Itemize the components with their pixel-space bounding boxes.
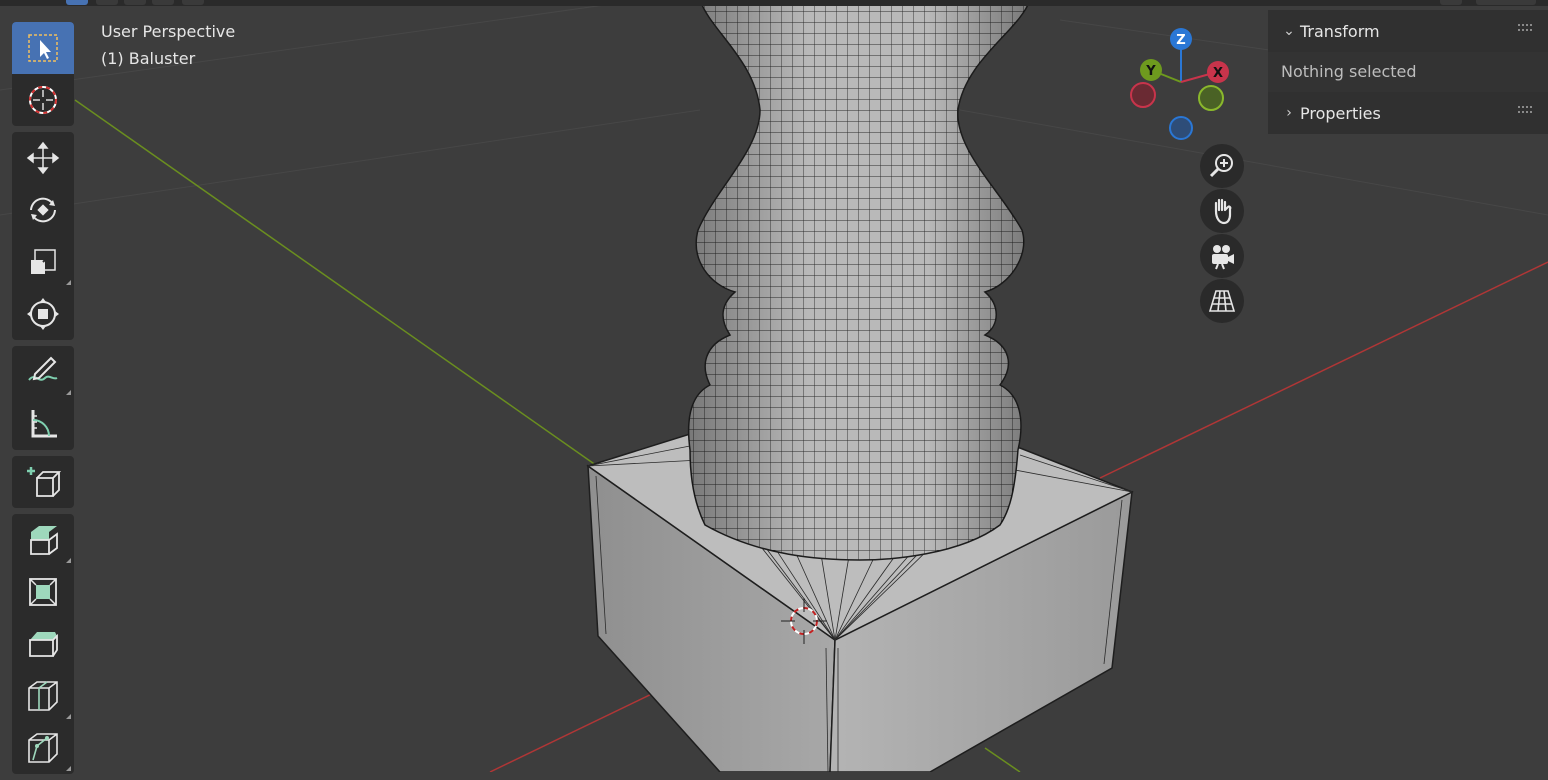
projection-toggle-button[interactable] [1200,279,1244,323]
transform-tool[interactable] [12,288,74,340]
mode-icon-5[interactable] [182,0,204,5]
inset-faces-tool[interactable] [12,566,74,618]
mode-icon-4[interactable] [152,0,174,5]
tool-group-mesh-edit [12,514,74,774]
loop-cut-icon [28,681,58,711]
object-label: (1) Baluster [101,49,196,68]
navigation-gizmo[interactable]: Z Y X [1125,25,1240,143]
select-box-icon [28,34,58,62]
header-icon-right-2[interactable] [1476,0,1536,5]
y-axis-line [74,99,601,469]
loop-cut-tool[interactable] [12,670,74,722]
transform-panel-title: Transform [1300,21,1380,41]
add-cube-icon [27,467,61,497]
measure-tool[interactable] [12,398,74,450]
baluster-body[interactable] [687,0,1031,561]
properties-panel-title: Properties [1300,103,1381,123]
scale-icon [31,249,56,274]
drag-grip-icon[interactable] [1518,106,1532,114]
annotate-pencil-icon [28,356,58,381]
move-tool[interactable] [12,132,74,184]
more-tools-indicator [66,280,71,285]
y-axis-label: Y [1145,64,1156,79]
cursor-tool[interactable] [12,74,74,126]
transform-panel-body: Nothing selected [1268,52,1548,92]
annotate-tool[interactable] [12,346,74,398]
rotate-tool[interactable] [12,184,74,236]
chevron-down-icon: ⌄ [1283,23,1295,39]
3d-viewport[interactable]: User Perspective (1) Baluster Z Y X ⌄ Tr… [0,0,1548,774]
pan-button[interactable] [1200,189,1244,233]
bevel-icon [29,632,58,657]
extrude-region-icon [30,526,58,555]
transform-icon [27,298,59,330]
header-icon-right-1[interactable] [1440,0,1462,5]
tool-group-add [12,456,74,508]
camera-view-button[interactable] [1200,234,1244,278]
neg-x-handle[interactable] [1130,82,1156,108]
tool-shelf [12,22,74,780]
scale-tool[interactable] [12,236,74,288]
x-axis-label: X [1213,66,1223,81]
tool-group-select [12,22,74,126]
zoom-icon [1209,154,1233,178]
camera-icon [1212,245,1234,270]
grid-perspective-icon [1208,290,1236,312]
inset-faces-icon [29,578,57,606]
sidebar-panel: ⌄ Transform Nothing selected › Propertie… [1268,10,1548,134]
z-axis-label: Z [1176,33,1185,48]
measure-ruler-icon [31,410,57,438]
bevel-tool[interactable] [12,618,74,670]
rotate-icon [30,197,56,223]
knife-icon [28,733,58,763]
more-tools-indicator [66,766,71,771]
viewport-header [0,0,1548,6]
move-icon [26,141,60,175]
zoom-button[interactable] [1200,144,1244,188]
more-tools-indicator [66,558,71,563]
drag-grip-icon[interactable] [1518,24,1532,32]
pan-hand-icon [1214,198,1232,225]
tool-group-transform [12,132,74,340]
y-axis-line-lower [984,747,1021,772]
knife-tool[interactable] [12,722,74,774]
more-tools-indicator [66,390,71,395]
view-name-label: User Perspective [101,22,236,41]
chevron-right-icon: › [1286,105,1292,121]
mode-icon-3[interactable] [124,0,146,5]
x-axis-line [1099,261,1548,479]
add-cube-tool[interactable] [12,456,74,508]
properties-panel-header[interactable]: › Properties [1268,92,1548,134]
cursor-icon [29,86,57,114]
x-axis-line-lower [489,689,661,772]
tool-group-annotate [12,346,74,450]
select-mode-icon[interactable] [66,0,88,5]
select-box-tool[interactable] [12,22,74,74]
neg-y-handle[interactable] [1198,85,1224,111]
transform-panel-header[interactable]: ⌄ Transform [1268,10,1548,52]
more-tools-indicator [66,714,71,719]
neg-z-handle[interactable] [1169,116,1193,140]
extrude-region-tool[interactable] [12,514,74,566]
mode-icon-2[interactable] [96,0,118,5]
